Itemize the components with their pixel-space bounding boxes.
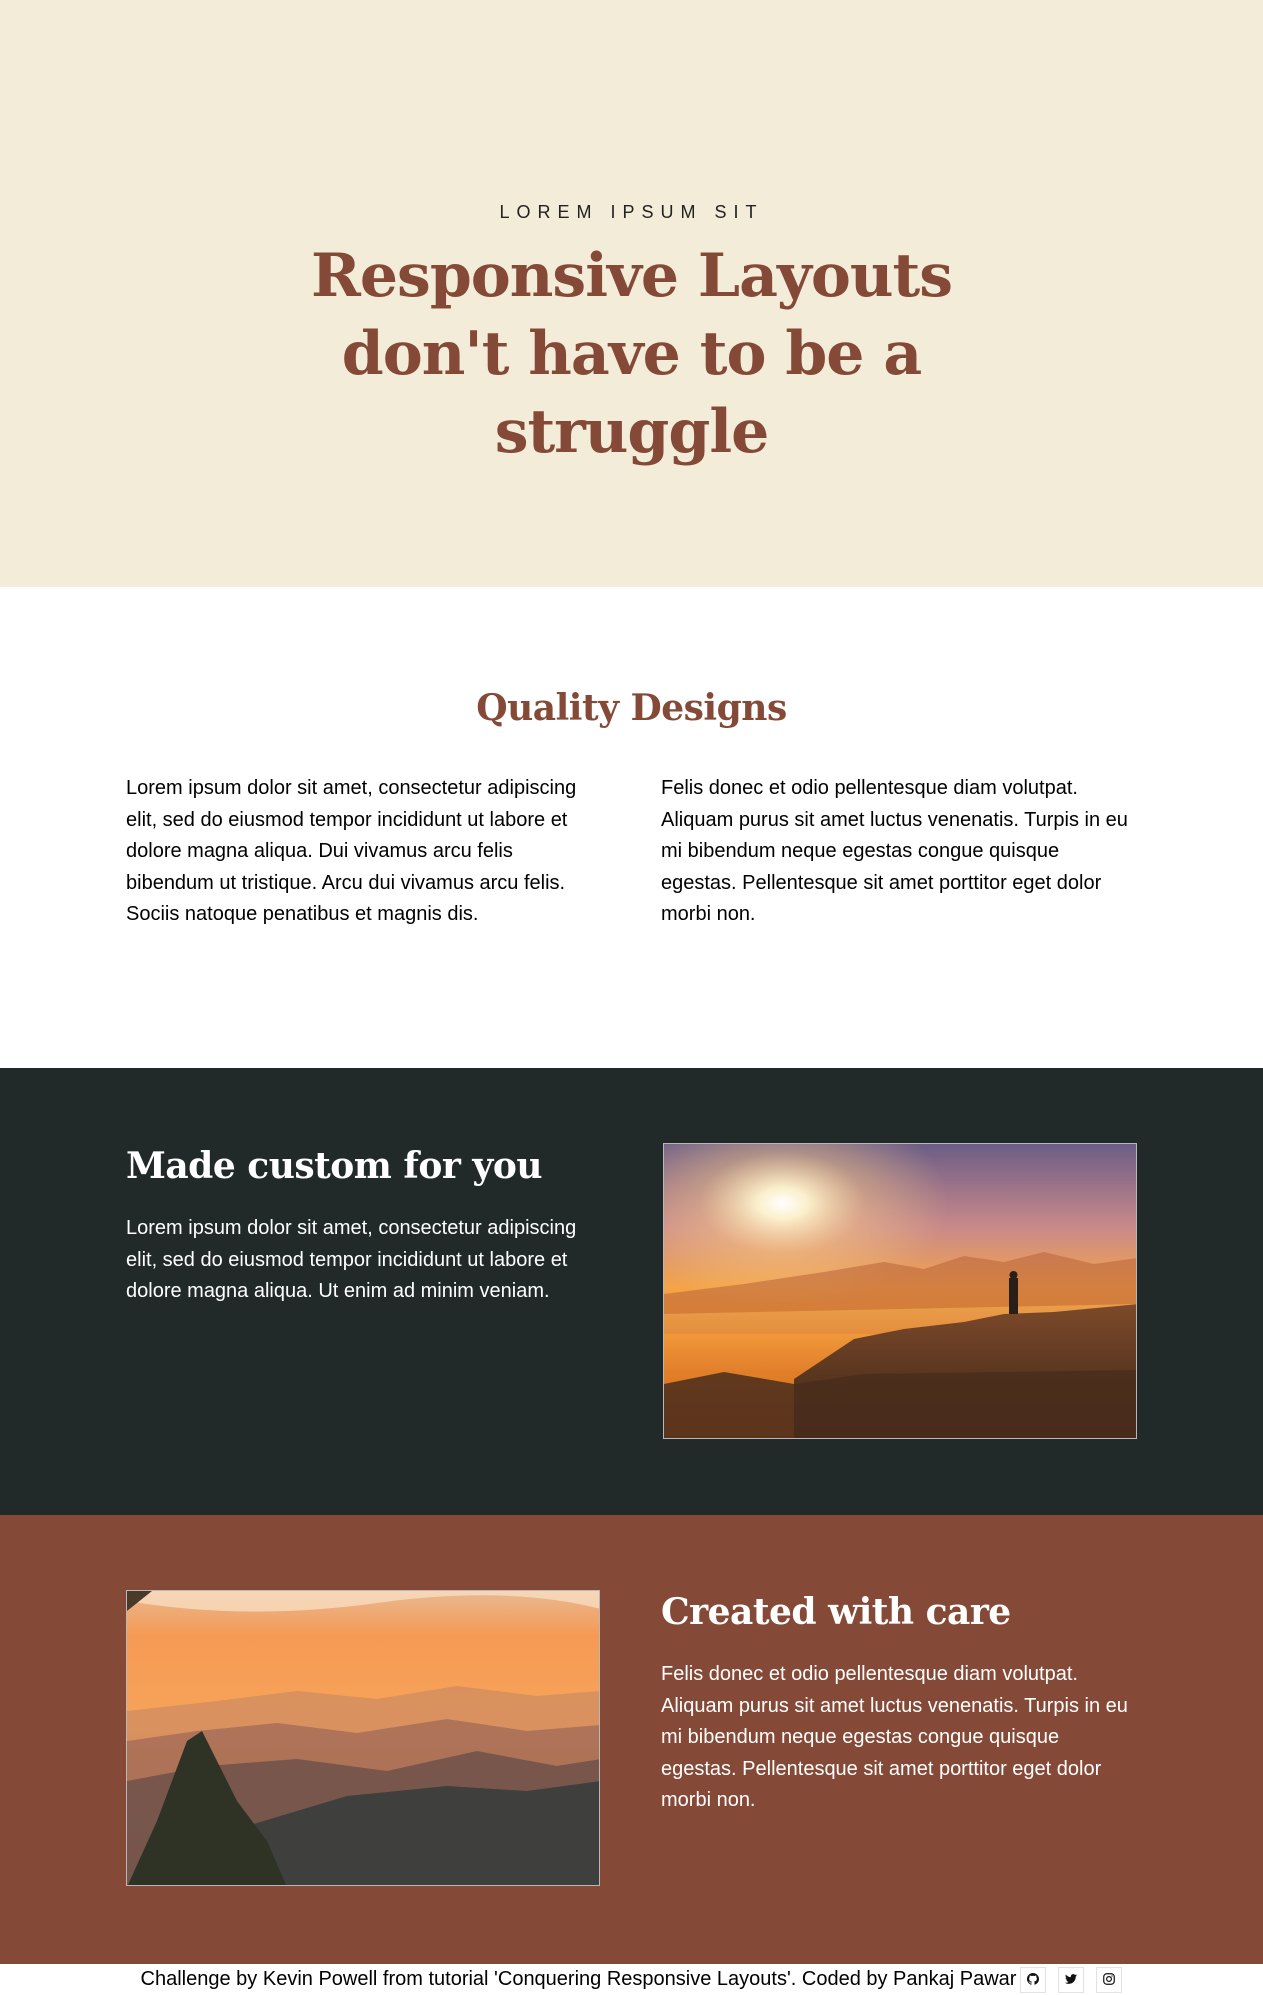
page: LOREM IPSUM SIT Responsive Layouts don't… bbox=[0, 0, 1263, 1995]
care-section: Created with care Felis donec et odio pe… bbox=[0, 1515, 1263, 1964]
hero-section: LOREM IPSUM SIT Responsive Layouts don't… bbox=[0, 0, 1263, 587]
care-title: Created with care bbox=[661, 1591, 1011, 1633]
care-paragraph: Felis donec et odio pellentesque diam vo… bbox=[661, 1663, 1128, 1811]
instagram-link[interactable] bbox=[1096, 1966, 1123, 1993]
hero-eyebrow: LOREM IPSUM SIT bbox=[499, 202, 764, 222]
twitter-link[interactable] bbox=[1058, 1966, 1085, 1993]
sunrise-mountain-image bbox=[663, 1143, 1137, 1439]
footer: Challenge by Kevin Powell from tutorial … bbox=[0, 1964, 1263, 1995]
custom-text-block: Made custom for you Lorem ipsum dolor si… bbox=[126, 1068, 602, 1515]
quality-section: Quality Designs Lorem ipsum dolor sit am… bbox=[0, 587, 1263, 1068]
care-text-block: Created with care Felis donec et odio pe… bbox=[661, 1515, 1137, 1964]
github-icon bbox=[1027, 1968, 1040, 1991]
quality-right-paragraph: Felis donec et odio pellentesque diam vo… bbox=[661, 777, 1128, 925]
hero-title: Responsive Layouts don't have to be a st… bbox=[311, 241, 953, 467]
custom-section: Made custom for you Lorem ipsum dolor si… bbox=[0, 1068, 1263, 1515]
footer-attribution: Challenge by Kevin Powell from tutorial … bbox=[140, 1968, 1017, 1990]
quality-columns: Lorem ipsum dolor sit amet, consectetur … bbox=[126, 773, 1137, 931]
quality-title: Quality Designs bbox=[476, 687, 787, 729]
twitter-icon bbox=[1065, 1968, 1078, 1991]
github-link[interactable] bbox=[1020, 1966, 1047, 1993]
instagram-icon bbox=[1103, 1968, 1116, 1991]
custom-title: Made custom for you bbox=[126, 1145, 543, 1187]
social-links bbox=[1020, 1966, 1123, 1993]
quality-left-paragraph: Lorem ipsum dolor sit amet, consectetur … bbox=[126, 777, 577, 925]
custom-paragraph: Lorem ipsum dolor sit amet, consectetur … bbox=[126, 1217, 577, 1302]
misty-mountains-image bbox=[126, 1590, 600, 1886]
